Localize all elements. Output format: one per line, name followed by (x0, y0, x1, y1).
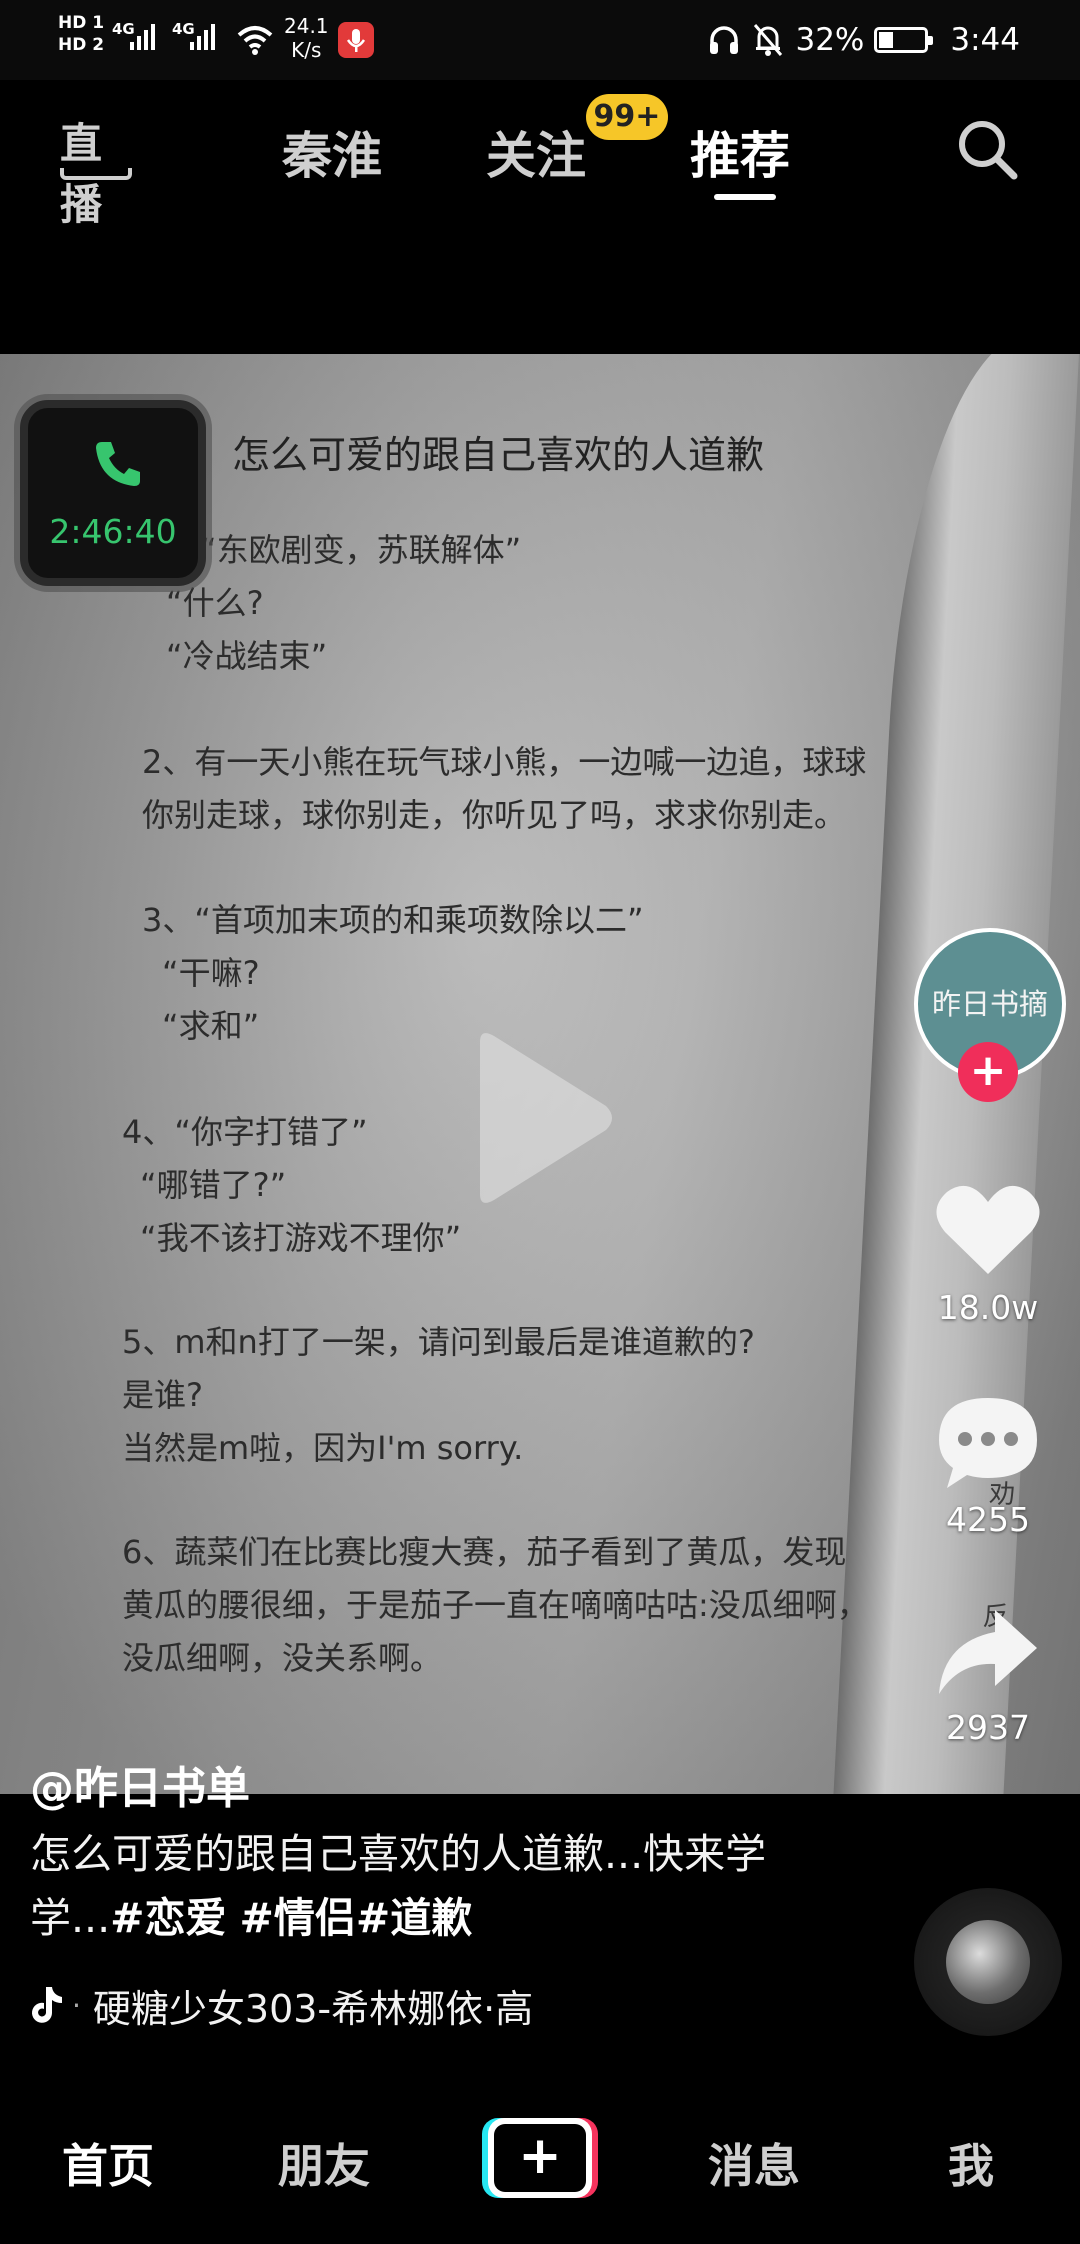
book-line: 6、蔬菜们在比赛比瘦大赛，茄子看到了黄瓜，发现 (122, 1533, 847, 1571)
active-tab-indicator (714, 194, 776, 200)
live-button[interactable]: 直播 (60, 110, 132, 229)
bottom-nav: 首页 朋友 + 消息 我 (0, 2080, 1080, 2244)
status-right: 32% 3:44 (707, 18, 1020, 62)
book-line: 没瓜细啊，没关系啊。 (122, 1639, 443, 1677)
tab-recommend[interactable]: 推荐 (690, 116, 790, 188)
like-count: 18.0w (937, 1288, 1039, 1327)
book-line: 黄瓜的腰很细，于是茄子一直在嘀嘀咕咕:没瓜细啊， (122, 1586, 869, 1624)
play-icon[interactable] (460, 1028, 620, 1208)
hd-indicator: HD 1 HD 2 (58, 12, 104, 56)
speed-unit: K/s (291, 38, 322, 62)
speed-value: 24.1 (284, 14, 329, 38)
share-count: 2937 (946, 1708, 1030, 1747)
like-button[interactable]: 18.0w (928, 1180, 1048, 1327)
book-line: “冷战结束” (166, 637, 328, 675)
book-line: 是谁? (122, 1376, 203, 1414)
following-badge: 99+ (586, 94, 668, 140)
clock: 3:44 (950, 22, 1020, 58)
book-line: “东欧剧变，苏联解体” (200, 531, 522, 569)
book-line: 你别走球，球你别走，你听见了吗，求求你别走。 (142, 796, 847, 834)
book-line: 3、“首项加末项的和乘项数除以二” (142, 901, 644, 939)
hd2-label: HD 2 (58, 35, 105, 55)
tiktok-note-icon (32, 1987, 62, 2023)
comment-icon (939, 1398, 1037, 1488)
book-title: 怎么可爱的跟自己喜欢的人道歉 (232, 433, 765, 477)
headphones-icon (710, 26, 739, 54)
video-caption: 怎么可爱的跟自己喜欢的人道歉...快来学学...#恋爱 #情侣#道歉 (30, 1822, 830, 1950)
comment-button[interactable]: 4255 (928, 1392, 1048, 1539)
book-line: “我不该打游戏不理你” (140, 1219, 462, 1257)
battery-icon (874, 27, 934, 53)
nav-messages[interactable]: 消息 (708, 2130, 800, 2196)
phone-icon (96, 442, 140, 486)
call-duration: 2:46:40 (49, 512, 177, 551)
hashtag[interactable]: #情侣 (240, 1894, 356, 1942)
book-line: “求和” (162, 1007, 260, 1045)
comment-count: 4255 (946, 1500, 1030, 1539)
top-nav: 直播 秦淮 关注 99+ 推荐 (0, 80, 1080, 229)
follow-button[interactable]: + (958, 1042, 1018, 1102)
music-cover (946, 1920, 1030, 2004)
heart-icon (936, 1185, 1040, 1274)
call-widget[interactable]: 2:46:40 (20, 400, 206, 586)
nav-me[interactable]: 我 (948, 2130, 994, 2196)
book-line: “哪错了?” (140, 1166, 287, 1204)
search-icon[interactable] (952, 114, 1022, 184)
music-row[interactable]: · 硬糖少女303-希林娜依·高 (30, 1980, 534, 2031)
share-button[interactable]: 2937 (928, 1604, 1048, 1747)
network-speed: 24.1 K/s (284, 14, 329, 62)
microphone-icon (338, 22, 374, 58)
hashtag[interactable]: #道歉 (356, 1894, 472, 1942)
nav-friends[interactable]: 朋友 (278, 2130, 370, 2196)
mute-bell-icon (754, 24, 783, 56)
battery-fill (879, 32, 894, 48)
separator-dot: · (72, 1988, 81, 2022)
nav-home[interactable]: 首页 (62, 2130, 154, 2196)
music-disc[interactable] (914, 1888, 1062, 2036)
hashtag[interactable]: #恋爱 (110, 1894, 226, 1942)
tab-following[interactable]: 关注 (486, 116, 586, 188)
create-button[interactable]: + (482, 2118, 598, 2198)
plus-icon: + (494, 2124, 586, 2192)
share-arrow-icon (939, 1610, 1037, 1694)
book-line: 当然是m啦，因为I'm sorry. (122, 1429, 524, 1467)
status-bar: HD 1 HD 2 4G 4G 24.1 K/s 32% 3:44 (0, 0, 1080, 80)
book-line: 4、“你字打错了” (122, 1113, 368, 1151)
signal-icon-2: 4G (172, 20, 215, 50)
book-line: 2、有一天小熊在玩气球小熊，一边喊一边追，球球 (142, 743, 867, 781)
wifi-icon (237, 26, 273, 55)
battery-percent: 32% (795, 22, 865, 58)
live-tv-icon (60, 168, 132, 180)
book-line: “干嘛? (162, 954, 260, 992)
hd1-label: HD 1 (58, 13, 105, 33)
signal-icon-1: 4G (112, 20, 155, 50)
book-line: 5、m和n打了一架，请问到最后是谁道歉的? (122, 1323, 755, 1361)
author-handle[interactable]: @昨日书单 (30, 1752, 250, 1816)
tab-local[interactable]: 秦淮 (282, 116, 382, 188)
music-title: 硬糖少女303-希林娜依·高 (92, 1986, 534, 2031)
